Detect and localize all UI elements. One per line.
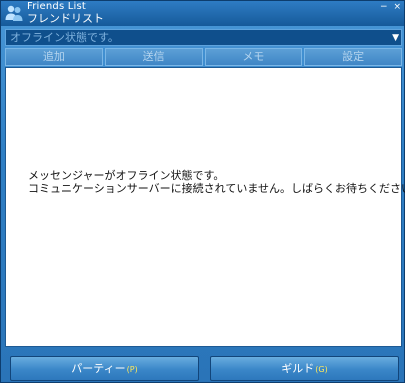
offline-message-line2: コミュニケーションサーバーに接続されていません。しばらくお待ちください。	[28, 182, 405, 195]
add-button[interactable]: 追加	[5, 48, 103, 66]
party-button[interactable]: パーティー(P)	[10, 356, 199, 381]
friends-list-panel: メッセンジャーがオフライン状態です。 コミュニケーションサーバーに接続されていま…	[5, 67, 405, 347]
guild-button-label: ギルド	[281, 362, 315, 375]
status-value: オフライン状態です。	[10, 31, 119, 44]
settings-button[interactable]: 設定	[304, 48, 402, 66]
close-button[interactable]: ×	[393, 2, 401, 12]
offline-message: メッセンジャーがオフライン状態です。 コミュニケーションサーバーに接続されていま…	[28, 169, 405, 195]
party-button-label: パーティー	[71, 362, 126, 375]
send-button[interactable]: 送信	[104, 48, 203, 66]
guild-button[interactable]: ギルド(G)	[210, 356, 399, 381]
window-title-ja: フレンドリスト	[27, 12, 104, 25]
minimize-button[interactable]: −	[380, 2, 388, 12]
friends-people-icon	[5, 5, 23, 21]
chevron-down-icon[interactable]: ▼	[392, 31, 399, 45]
status-dropdown[interactable]: オフライン状態です。 ▼	[5, 29, 402, 46]
toolbar: 追加 送信 メモ 設定	[5, 48, 402, 66]
offline-message-line1: メッセンジャーがオフライン状態です。	[28, 169, 225, 182]
memo-button[interactable]: メモ	[204, 48, 303, 66]
friends-list-window: Friends List フレンドリスト − × オフライン状態です。 ▼ 追加…	[0, 0, 405, 383]
party-hotkey: (P)	[126, 365, 138, 374]
window-controls: − ×	[377, 2, 401, 12]
guild-hotkey: (G)	[315, 365, 328, 374]
title-bar[interactable]: Friends List フレンドリスト − ×	[1, 1, 404, 26]
